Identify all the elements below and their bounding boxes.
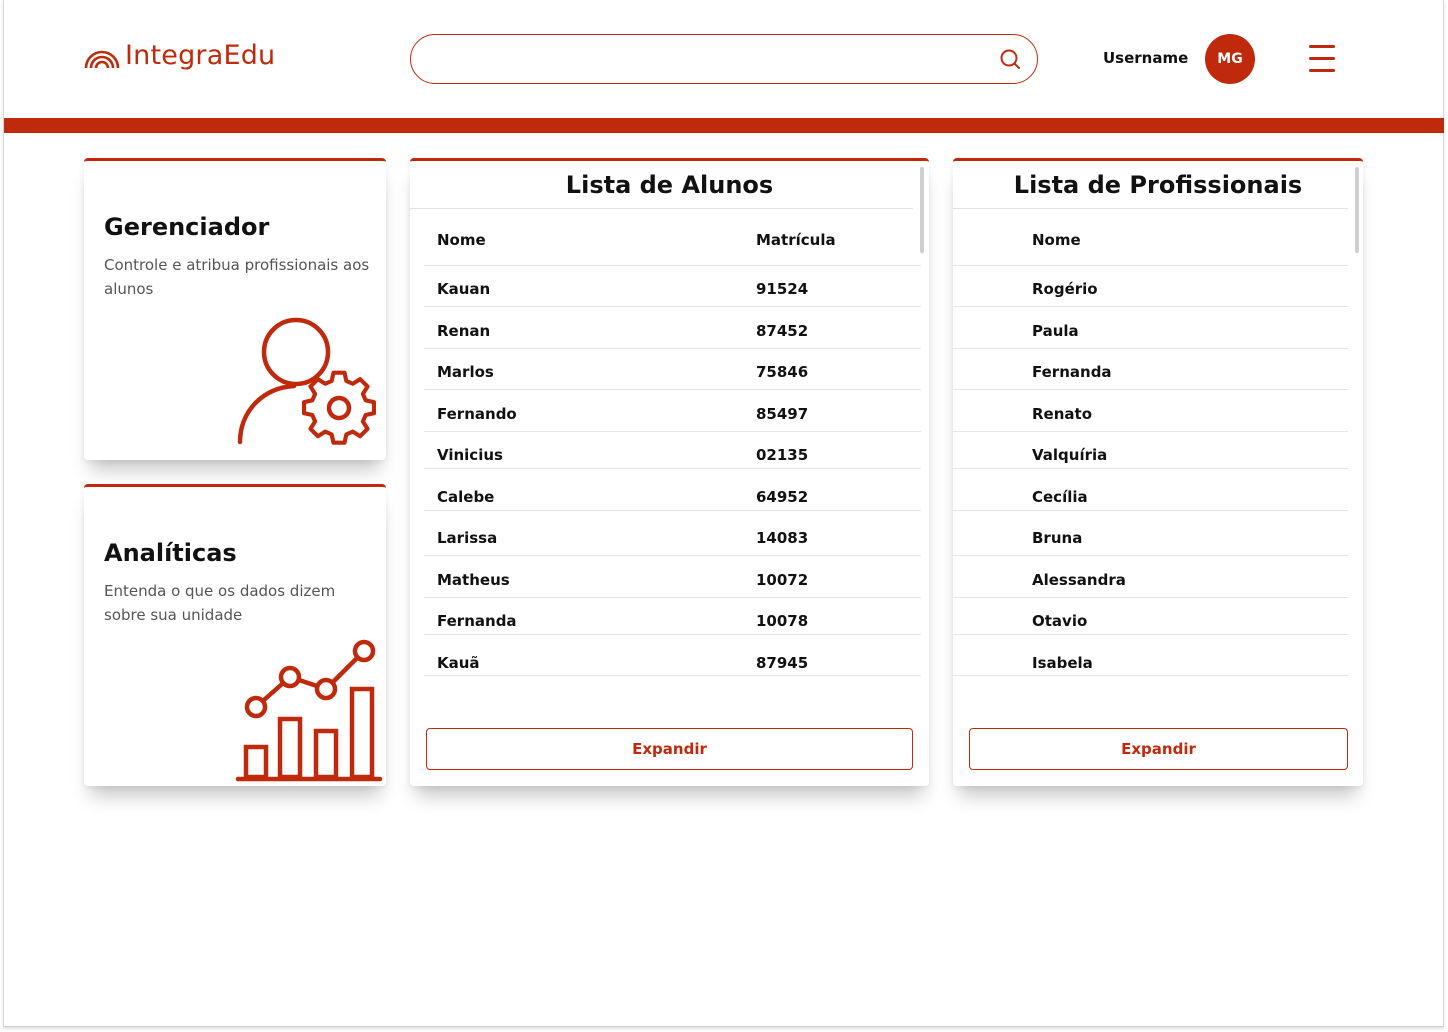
student-matricula: 75846: [756, 363, 809, 381]
students-list-title: Lista de Alunos: [565, 171, 774, 199]
students-col-matricula[interactable]: Matrícula: [756, 231, 836, 249]
student-matricula: 10078: [756, 612, 809, 630]
manager-card[interactable]: Gerenciador Controle e atribua profissio…: [84, 158, 386, 460]
brand-name: IntegraEdu: [125, 40, 276, 71]
student-matricula: 02135: [756, 446, 809, 464]
professional-name: Alessandra: [1032, 571, 1126, 589]
students-col-name[interactable]: Nome: [437, 231, 486, 249]
student-matricula: 64952: [756, 488, 809, 506]
analytics-card-title: Analíticas: [104, 539, 237, 567]
professional-name: Valquíria: [1032, 446, 1108, 464]
student-name: Kauã: [437, 654, 480, 672]
analytics-card-description: Entenda o que os dados dizem sobre sua u…: [104, 582, 336, 624]
professionals-list-card: Lista de Profissionais Nome Expandir Rog…: [953, 158, 1363, 786]
hamburger-menu-icon[interactable]: [1309, 45, 1335, 73]
search-input[interactable]: [431, 45, 991, 73]
student-name: Kauan: [437, 280, 491, 298]
student-name: Vinicius: [437, 446, 503, 464]
student-matricula: 14083: [756, 529, 809, 547]
students-expand-button[interactable]: Expandir: [426, 728, 913, 770]
search-icon[interactable]: [999, 48, 1021, 70]
professional-name: Otavio: [1032, 612, 1088, 630]
student-name: Fernando: [437, 405, 517, 423]
student-matricula: 87945: [756, 654, 809, 672]
username-label: Username: [1103, 49, 1189, 67]
student-name: Calebe: [437, 488, 495, 506]
professionals-list-title: Lista de Profissionais: [1013, 171, 1303, 199]
search-bar[interactable]: [410, 34, 1038, 84]
professional-name: Bruna: [1032, 529, 1083, 547]
manager-card-title: Gerenciador: [104, 213, 270, 241]
rainbow-logo-icon: [84, 50, 120, 68]
professional-name: Isabela: [1032, 654, 1093, 672]
student-name: Renan: [437, 322, 491, 340]
professionals-scrollbar[interactable]: [1355, 167, 1359, 253]
user-gear-icon: [237, 317, 377, 445]
student-matricula: 85497: [756, 405, 809, 423]
students-list-card: Lista de Alunos Nome Matrícula Expandir …: [410, 158, 929, 786]
bar-line-chart-icon: [235, 639, 383, 782]
professional-name: Cecília: [1032, 488, 1088, 506]
brand-logo[interactable]: IntegraEdu: [83, 40, 275, 71]
student-matricula: 91524: [756, 280, 809, 298]
avatar[interactable]: MG: [1205, 34, 1255, 84]
professional-name: Renato: [1032, 405, 1092, 423]
professionals-col-name[interactable]: Nome: [1032, 231, 1081, 249]
analytics-card[interactable]: Analíticas Entenda o que os dados dizem …: [84, 484, 386, 786]
student-name: Marlos: [437, 363, 494, 381]
student-name: Fernanda: [437, 612, 517, 630]
student-matricula: 10072: [756, 571, 809, 589]
manager-card-description: Controle e atribua profissionais aos alu…: [104, 256, 370, 298]
students-scrollbar[interactable]: [920, 167, 924, 253]
professional-name: Fernanda: [1032, 363, 1112, 381]
professional-name: Paula: [1032, 322, 1079, 340]
student-name: Matheus: [437, 571, 510, 589]
header-accent-bar: [4, 118, 1444, 133]
student-name: Larissa: [437, 529, 498, 547]
professional-name: Rogério: [1032, 280, 1098, 298]
student-matricula: 87452: [756, 322, 809, 340]
professionals-expand-button[interactable]: Expandir: [969, 728, 1348, 770]
